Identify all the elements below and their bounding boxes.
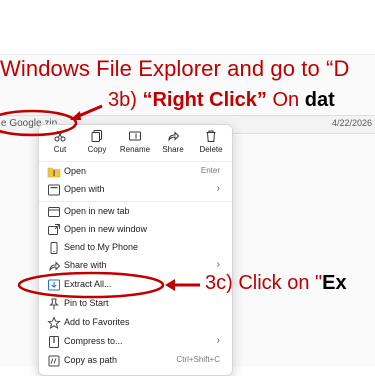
instruction-right-click: 3b) “Right Click” On dat bbox=[108, 89, 335, 112]
menu-item-copy-as-path-label: Copy as path bbox=[64, 355, 118, 365]
rename-icon bbox=[129, 131, 141, 141]
menu-item-open-new-tab[interactable]: Open in new tab bbox=[39, 203, 232, 221]
menu-item-open-label: Open bbox=[64, 166, 87, 176]
menu-separator bbox=[39, 201, 232, 202]
folder-zip-icon bbox=[47, 167, 61, 178]
instruction-extract: 3c) Click on "Ex bbox=[205, 272, 347, 295]
menu-item-send-to-phone-label: Send to My Phone bbox=[64, 242, 139, 252]
menu-item-pin-to-start-label: Pin to Start bbox=[64, 298, 109, 308]
menu-item-open-new-window[interactable]: Open in new window bbox=[39, 221, 232, 239]
new-window-icon bbox=[48, 224, 60, 235]
chevron-right-icon: › bbox=[216, 259, 220, 270]
menu-item-open[interactable]: Open Enter bbox=[39, 163, 232, 181]
instruction-extract-prefix: 3c) Click on " bbox=[205, 272, 323, 294]
new-tab-icon bbox=[48, 207, 60, 217]
extract-icon bbox=[48, 279, 60, 291]
delete-button[interactable]: Delete bbox=[192, 127, 230, 159]
menu-item-copy-as-path[interactable]: Copy as path Ctrl+Shift+C bbox=[39, 352, 232, 370]
menu-item-extract-all[interactable]: Extract All... bbox=[39, 276, 232, 294]
menu-item-add-favorites-label: Add to Favorites bbox=[64, 317, 130, 327]
quick-actions-row: Cut Copy Rename Share Delete bbox=[39, 125, 232, 162]
menu-item-open-with-label: Open with bbox=[64, 184, 105, 194]
rename-button[interactable]: Rename bbox=[116, 127, 154, 159]
share-button[interactable]: Share bbox=[154, 127, 192, 159]
menu-item-send-to-phone[interactable]: Send to My Phone bbox=[39, 239, 232, 257]
title-bar bbox=[0, 0, 375, 25]
menu-item-open-new-tab-label: Open in new tab bbox=[64, 206, 130, 216]
cut-button[interactable]: Cut bbox=[41, 127, 79, 159]
rename-label: Rename bbox=[119, 145, 151, 154]
menu-item-open-with[interactable]: Open with › bbox=[39, 181, 232, 199]
share-icon bbox=[168, 131, 180, 142]
menu-item-extract-all-label: Extract All... bbox=[64, 279, 112, 289]
explorer-toolbar bbox=[0, 24, 375, 55]
chevron-right-icon: › bbox=[216, 183, 220, 194]
file-date: 4/22/2026 9:3 bbox=[332, 118, 375, 128]
compress-icon bbox=[49, 336, 59, 348]
instruction-right-click-prefix: 3b) bbox=[108, 89, 137, 111]
file-explorer-window: Windows File Explorer and go to “D e Goo… bbox=[0, 0, 375, 376]
phone-icon bbox=[50, 242, 58, 254]
share-with-icon bbox=[49, 261, 61, 272]
menu-item-share-with[interactable]: Share with › bbox=[39, 257, 232, 275]
pin-icon bbox=[49, 298, 59, 310]
copy-button[interactable]: Copy bbox=[78, 127, 116, 159]
menu-item-compress-to-label: Compress to... bbox=[64, 336, 123, 346]
menu-item-add-favorites[interactable]: Add to Favorites bbox=[39, 314, 232, 332]
share-label: Share bbox=[162, 145, 184, 154]
cut-label: Cut bbox=[53, 145, 67, 154]
trash-icon bbox=[206, 130, 216, 142]
chevron-right-icon: › bbox=[216, 335, 220, 346]
context-menu: Cut Copy Rename Share Delete Open Enter … bbox=[38, 124, 233, 376]
instruction-open-text: Windows File Explorer and go to “D bbox=[0, 56, 350, 81]
open-with-icon bbox=[48, 184, 60, 196]
copy-label: Copy bbox=[87, 145, 107, 154]
menu-item-copy-as-path-shortcut: Ctrl+Shift+C bbox=[176, 355, 220, 364]
copy-icon bbox=[91, 130, 102, 142]
instruction-right-click-action: “Right Click” bbox=[142, 89, 267, 111]
menu-item-share-with-label: Share with bbox=[64, 260, 107, 270]
menu-item-open-new-window-label: Open in new window bbox=[64, 224, 148, 234]
scissors-icon bbox=[54, 130, 66, 142]
instruction-right-click-on: On bbox=[272, 89, 300, 111]
menu-item-pin-to-start[interactable]: Pin to Start bbox=[39, 295, 232, 313]
menu-item-open-shortcut: Enter bbox=[200, 166, 220, 175]
instruction-extract-target: Ex bbox=[322, 272, 347, 294]
instruction-right-click-target: dat bbox=[304, 89, 335, 111]
star-icon bbox=[47, 316, 61, 330]
menu-item-compress-to[interactable]: Compress to... › bbox=[39, 333, 232, 351]
instruction-open-explorer: Windows File Explorer and go to “D bbox=[0, 56, 349, 82]
delete-label: Delete bbox=[199, 145, 223, 154]
